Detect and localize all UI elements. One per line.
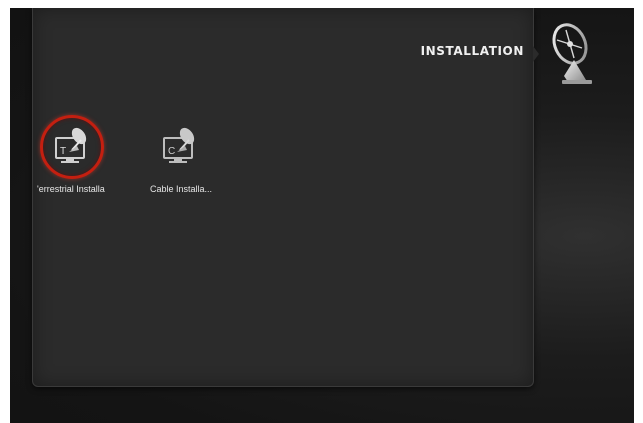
- item-badge: C: [168, 146, 175, 157]
- menu-item-cable-installation[interactable]: C Cable Installa...: [140, 114, 220, 194]
- tv-satellite-icon: C: [163, 127, 195, 163]
- item-badge: T: [60, 146, 66, 157]
- tv-screen: INSTALLATION T 'errestrial Installa C Ca…: [10, 8, 634, 423]
- page-title: INSTALLATION: [420, 44, 524, 58]
- title-pointer: [533, 46, 539, 62]
- satellite-dish-icon: [552, 23, 592, 84]
- menu-panel: [32, 8, 534, 387]
- menu-item-label: 'errestrial Installa: [37, 184, 105, 194]
- menu-item-terrestrial-installation[interactable]: T 'errestrial Installa: [32, 114, 112, 194]
- tv-satellite-icon: T: [55, 127, 87, 163]
- menu-item-label: Cable Installa...: [150, 184, 213, 194]
